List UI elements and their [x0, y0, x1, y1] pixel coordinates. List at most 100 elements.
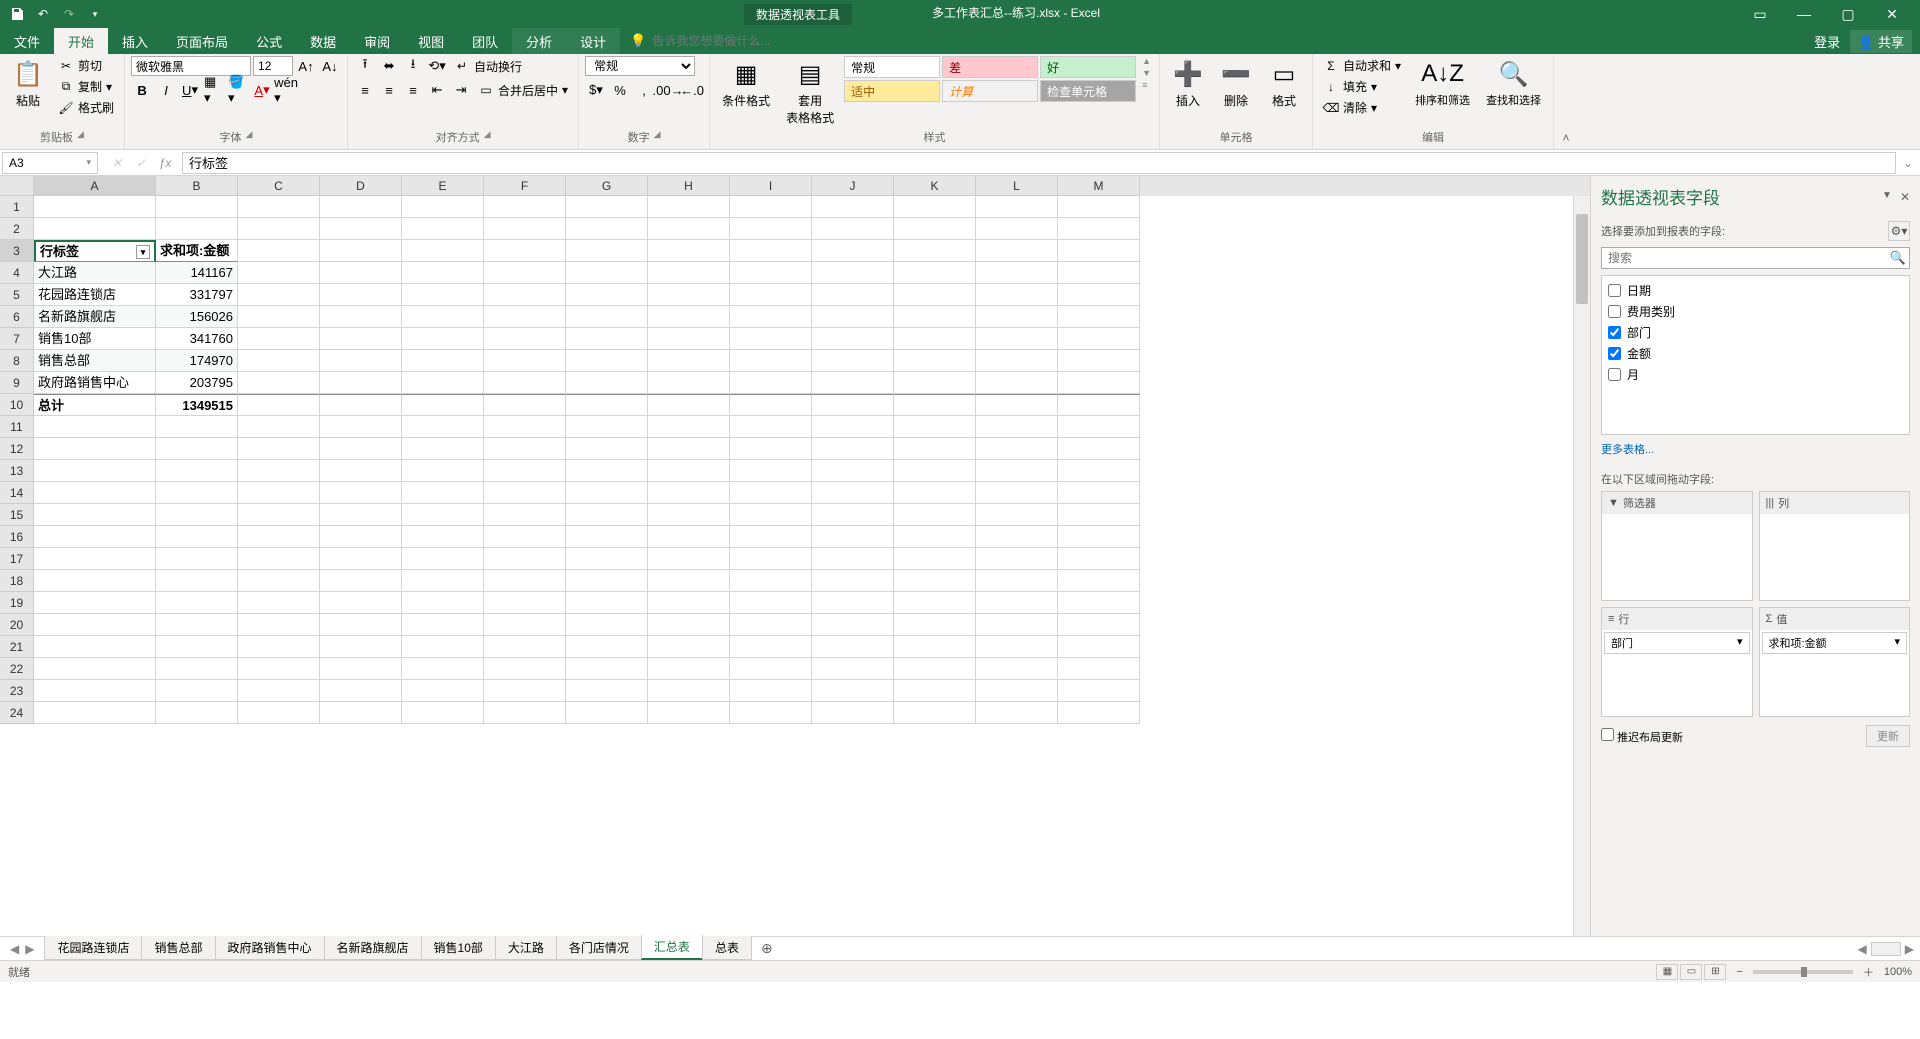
cell[interactable] [320, 460, 402, 482]
increase-indent-icon[interactable]: ⇥ [450, 80, 472, 100]
cell[interactable]: 销售10部 [34, 328, 156, 350]
area-value-item[interactable]: 求和项:金额▾ [1762, 632, 1908, 654]
cell[interactable] [484, 218, 566, 240]
column-header[interactable]: L [976, 176, 1058, 196]
cell[interactable]: 政府路销售中心 [34, 372, 156, 394]
column-header[interactable]: B [156, 176, 238, 196]
row-header[interactable]: 9 [0, 372, 34, 394]
cell[interactable] [320, 548, 402, 570]
cell[interactable] [730, 592, 812, 614]
collapse-ribbon-icon[interactable]: ˄ [1554, 54, 1578, 149]
area-filters[interactable]: ▼筛选器 [1601, 491, 1753, 601]
cell[interactable] [730, 218, 812, 240]
cell[interactable] [812, 460, 894, 482]
column-header[interactable]: I [730, 176, 812, 196]
cell[interactable] [894, 570, 976, 592]
cell[interactable] [1058, 240, 1140, 262]
cell[interactable] [484, 438, 566, 460]
row-header[interactable]: 16 [0, 526, 34, 548]
cell[interactable] [484, 636, 566, 658]
cell[interactable] [238, 328, 320, 350]
cell[interactable] [320, 262, 402, 284]
cell[interactable] [484, 262, 566, 284]
cell[interactable] [484, 526, 566, 548]
cell[interactable] [402, 218, 484, 240]
cell[interactable] [402, 570, 484, 592]
ribbon-options-icon[interactable]: ▭ [1740, 2, 1780, 26]
cell[interactable] [320, 658, 402, 680]
row-header[interactable]: 18 [0, 570, 34, 592]
cell[interactable] [34, 438, 156, 460]
sheet-tab[interactable]: 名新路旗舰店 [324, 936, 422, 960]
normal-view-icon[interactable]: ▦ [1656, 964, 1678, 980]
cell[interactable]: 331797 [156, 284, 238, 306]
cell[interactable] [648, 636, 730, 658]
cell[interactable] [894, 438, 976, 460]
cell[interactable] [812, 372, 894, 394]
close-icon[interactable]: ✕ [1872, 2, 1912, 26]
cell[interactable] [648, 526, 730, 548]
cell[interactable] [320, 416, 402, 438]
cell[interactable] [238, 570, 320, 592]
cell[interactable] [730, 240, 812, 262]
tab-design[interactable]: 设计 [566, 28, 620, 54]
cell[interactable] [730, 196, 812, 218]
cell[interactable] [730, 636, 812, 658]
cell[interactable] [156, 460, 238, 482]
cut-button[interactable]: ✂剪切 [54, 56, 118, 75]
row-header[interactable]: 6 [0, 306, 34, 328]
cell[interactable] [812, 240, 894, 262]
cell[interactable] [238, 284, 320, 306]
cell[interactable] [976, 680, 1058, 702]
cell[interactable] [976, 504, 1058, 526]
cell[interactable] [812, 328, 894, 350]
cell[interactable] [484, 196, 566, 218]
cell[interactable] [648, 592, 730, 614]
cell[interactable] [320, 328, 402, 350]
horizontal-scrollbar[interactable] [1871, 942, 1901, 956]
cell[interactable] [812, 636, 894, 658]
align-middle-icon[interactable]: ⬌ [378, 56, 400, 76]
cell[interactable] [484, 614, 566, 636]
cell[interactable] [34, 526, 156, 548]
cell[interactable] [484, 504, 566, 526]
cell[interactable] [34, 482, 156, 504]
cell[interactable] [976, 196, 1058, 218]
cell[interactable] [730, 438, 812, 460]
cell[interactable] [1058, 416, 1140, 438]
cell[interactable] [730, 372, 812, 394]
increase-font-icon[interactable]: A↑ [295, 56, 317, 76]
cell[interactable] [648, 240, 730, 262]
cell[interactable] [894, 284, 976, 306]
cell[interactable] [238, 372, 320, 394]
cell[interactable] [402, 350, 484, 372]
tab-view[interactable]: 视图 [404, 28, 458, 54]
cell[interactable] [648, 218, 730, 240]
hscroll-left-icon[interactable]: ◀ [1858, 942, 1867, 956]
cell[interactable] [648, 570, 730, 592]
font-launcher-icon[interactable]: ◢ [246, 129, 253, 145]
cell[interactable] [402, 614, 484, 636]
column-header[interactable]: J [812, 176, 894, 196]
cell[interactable] [976, 438, 1058, 460]
cell[interactable] [812, 416, 894, 438]
cell[interactable]: 求和项:金额 [156, 240, 238, 262]
cell[interactable] [976, 548, 1058, 570]
area-rows[interactable]: ≡行 部门▾ [1601, 607, 1753, 717]
underline-button[interactable]: U ▾ [179, 80, 201, 100]
sheet-tab[interactable]: 各门店情况 [556, 936, 642, 960]
hscroll-right-icon[interactable]: ▶ [1905, 942, 1914, 956]
cell[interactable] [812, 526, 894, 548]
tab-formulas[interactable]: 公式 [242, 28, 296, 54]
cell[interactable] [238, 658, 320, 680]
cell[interactable] [156, 658, 238, 680]
align-bottom-icon[interactable]: ⭳ [402, 56, 424, 76]
cell[interactable] [1058, 570, 1140, 592]
sheet-nav-prev-icon[interactable]: ◀ [10, 942, 19, 956]
cell-styles-gallery[interactable]: 常规 差 好 适中 计算 检查单元格 [844, 56, 1136, 102]
cell[interactable] [730, 416, 812, 438]
cell[interactable] [156, 218, 238, 240]
cell[interactable] [402, 328, 484, 350]
defer-update-checkbox[interactable]: 推迟布局更新 [1601, 728, 1683, 745]
cell[interactable] [238, 416, 320, 438]
